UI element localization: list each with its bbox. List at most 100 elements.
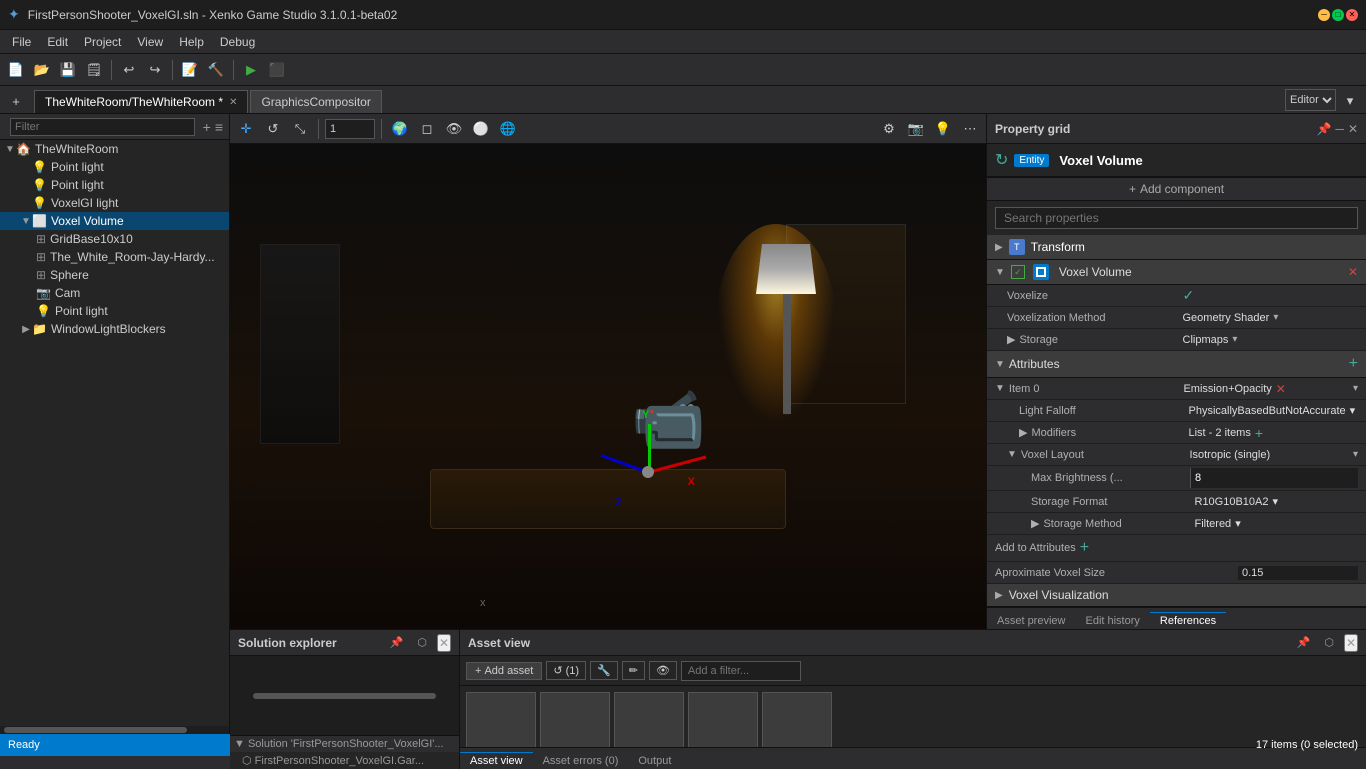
asset-thumb-5[interactable] (762, 692, 832, 747)
vp-settings-btn[interactable]: ⚙ (877, 117, 901, 141)
tab-asset-preview[interactable]: Asset preview (987, 613, 1075, 629)
attributes-header[interactable]: ▼ Attributes + (987, 351, 1366, 378)
se-filter-input[interactable] (10, 118, 195, 136)
vp-sphere-btn[interactable]: ⚪ (469, 117, 493, 141)
toolbar-script[interactable]: 📝 (178, 58, 202, 82)
item0-value[interactable]: Emission+Opacity ✕ ▾ (1183, 382, 1358, 396)
vp-grid-btn[interactable]: 🌐 (496, 117, 520, 141)
se-add-button[interactable]: + (203, 119, 211, 135)
tab-graphics[interactable]: GraphicsCompositor (250, 90, 381, 113)
asset-eye-button[interactable]: 👁 (649, 661, 677, 680)
transform-gizmo[interactable]: Y X Z (610, 424, 690, 504)
voxel-layout-row[interactable]: ▼ Voxel Layout Isotropic (single) ▾ (987, 444, 1366, 466)
vp-rotate[interactable]: ↺ (261, 117, 285, 141)
toolbar-stop[interactable]: ⬛ (265, 58, 289, 82)
storage-expand-icon[interactable]: ▶ Storage (995, 333, 1183, 346)
light-falloff-value[interactable]: PhysicallyBasedButNotAccurate ▾ (1189, 404, 1359, 417)
window-controls[interactable]: ─ □ ✕ (1318, 9, 1358, 21)
toolbar-redo[interactable]: ↪ (143, 58, 167, 82)
gizmo-center[interactable] (642, 466, 654, 478)
voxelization-method-value[interactable]: Geometry Shader ▾ (1183, 312, 1359, 324)
se-pin-button[interactable]: 📌 (386, 634, 408, 651)
storage-value[interactable]: Clipmaps ▾ (1183, 334, 1359, 346)
transform-section-header[interactable]: ▶ T Transform (987, 235, 1366, 260)
asset-thumb-4[interactable] (688, 692, 758, 747)
tree-item-voxel-volume[interactable]: ▼ ⬜ Voxel Volume (0, 212, 229, 230)
tree-item-root[interactable]: ▼ 🏠 TheWhiteRoom (0, 140, 229, 158)
tree-item-pointlight2[interactable]: 💡 Point light (0, 176, 229, 194)
toolbar-save-all[interactable]: 🗒 (82, 58, 106, 82)
toolbar-save[interactable]: 💾 (56, 58, 80, 82)
vp-world-btn[interactable]: 🌍 (388, 117, 412, 141)
storage-method-value[interactable]: Filtered ▾ (1195, 517, 1359, 530)
toolbar-open[interactable]: 📂 (30, 58, 54, 82)
voxel-section-header[interactable]: ▼ ✓ Voxel Volume ✕ (987, 260, 1366, 285)
vp-scale[interactable]: ⤡ (288, 117, 312, 141)
asset-close-button[interactable]: ✕ (1344, 634, 1358, 652)
menu-file[interactable]: File (4, 33, 39, 51)
add-component-button[interactable]: + Add component (987, 177, 1366, 201)
entity-refresh-button[interactable]: ↻ (995, 150, 1008, 170)
vp-snap-btn[interactable]: 👁 (442, 117, 466, 141)
menu-edit[interactable]: Edit (39, 33, 76, 51)
menu-view[interactable]: View (129, 33, 171, 51)
tree-item-sphere[interactable]: ⊞ Sphere (0, 266, 229, 284)
tree-item-pointlight1[interactable]: 💡 Point light (0, 158, 229, 176)
bottom-tab-asset-view[interactable]: Asset view (460, 752, 533, 769)
toolbar-play[interactable]: ▶ (239, 58, 263, 82)
se-close-button[interactable]: ✕ (437, 634, 451, 652)
tab-edit-history[interactable]: Edit history (1075, 613, 1149, 629)
tab-add-button[interactable]: + (4, 89, 28, 113)
tab-references[interactable]: References (1150, 612, 1226, 629)
tree-item-voxelgi-light[interactable]: 💡 VoxelGI light (0, 194, 229, 212)
tab-whiteboard[interactable]: TheWhiteRoom/TheWhiteRoom * ✕ (34, 90, 248, 113)
se-collapse-button[interactable]: ≡ (215, 119, 223, 135)
add-asset-button[interactable]: + Add asset (466, 662, 542, 680)
viewport-3d[interactable]: 📹 Y X Z x (230, 144, 986, 629)
asset-pencil-button[interactable]: ✏ (622, 661, 645, 680)
tree-toggle-wlb[interactable]: ▶ (20, 324, 32, 335)
menu-project[interactable]: Project (76, 33, 129, 51)
modifiers-add-button[interactable]: + (1255, 425, 1263, 441)
tab-bar-collapse[interactable]: ▾ (1338, 89, 1362, 113)
asset-pin-button[interactable]: 📌 (1293, 634, 1315, 651)
asset-thumb-1[interactable] (466, 692, 536, 747)
vp-light-btn[interactable]: 💡 (931, 117, 955, 141)
item0-delete-button[interactable]: ✕ (1276, 382, 1286, 396)
voxel-layout-value[interactable]: Isotropic (single) ▾ (1189, 449, 1358, 461)
viewport-mode-select[interactable]: Editor (1285, 89, 1336, 111)
close-button[interactable]: ✕ (1346, 9, 1358, 21)
minimize-button[interactable]: ─ (1318, 9, 1330, 21)
tree-item-wlb[interactable]: ▶ 📁 WindowLightBlockers (0, 320, 229, 338)
approx-voxel-size-input[interactable] (1238, 566, 1358, 580)
asset-thumb-2[interactable] (540, 692, 610, 747)
voxel-viz-header[interactable]: ▶ Voxel Visualization (987, 584, 1366, 607)
vp-zoom-input[interactable] (325, 119, 375, 139)
vp-cam-btn[interactable]: 📷 (904, 117, 928, 141)
asset-fix-button[interactable]: 🔧 (590, 661, 618, 680)
tree-item-cam[interactable]: 📷 Cam (0, 284, 229, 302)
asset-thumb-3[interactable] (614, 692, 684, 747)
asset-float-button[interactable]: ⬡ (1320, 634, 1338, 651)
add-attrs-button[interactable]: + (1080, 539, 1089, 557)
tree-item-grid[interactable]: ⊞ GridBase10x10 (0, 230, 229, 248)
maximize-button[interactable]: □ (1332, 9, 1344, 21)
pg-close-button[interactable]: ✕ (1348, 122, 1358, 136)
toolbar-build[interactable]: 🔨 (204, 58, 228, 82)
toolbar-new[interactable]: 📄 (4, 58, 28, 82)
asset-import-button[interactable]: ↺ (1) (546, 661, 586, 680)
storage-format-value[interactable]: R10G10B10A2 ▾ (1195, 495, 1359, 508)
tree-item-wroom[interactable]: ⊞ The_White_Room-Jay-Hardy... (0, 248, 229, 266)
tree-item-pointlight3[interactable]: 💡 Point light (0, 302, 229, 320)
property-search-input[interactable] (995, 207, 1358, 229)
se-bottom-scrollbar[interactable] (253, 693, 436, 699)
tab-whiteboard-close[interactable]: ✕ (229, 97, 237, 108)
se-scrollbar[interactable] (0, 726, 229, 734)
tree-toggle-root[interactable]: ▼ (4, 144, 16, 155)
add-attrs-row[interactable]: Add to Attributes + (987, 535, 1366, 562)
se-float-button[interactable]: ⬡ (413, 634, 431, 651)
modifiers-value[interactable]: List - 2 items + (1189, 425, 1359, 441)
vp-more-btn[interactable]: ⋯ (958, 117, 982, 141)
viewport[interactable]: ✛ ↺ ⤡ 🌍 ◻ 👁 ⚪ 🌐 ⚙ 📷 💡 ⋯ (230, 114, 986, 629)
bottom-tab-output[interactable]: Output (628, 752, 681, 769)
